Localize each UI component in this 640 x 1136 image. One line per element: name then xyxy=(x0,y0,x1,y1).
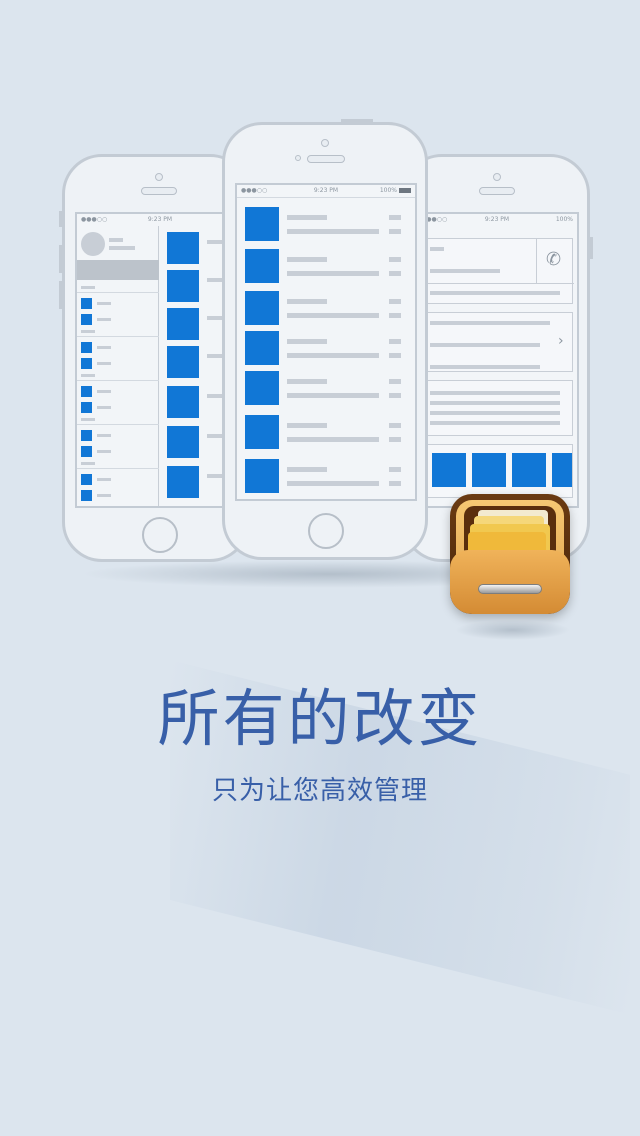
speaker xyxy=(307,155,345,163)
status-bar: ●●●○○ 9:23 PM 100% xyxy=(81,216,239,223)
folder-drawer-icon xyxy=(450,494,570,614)
center-phone-mockup: ●●●○○ 9:23 PM 100% xyxy=(222,119,428,560)
status-bar: ●●●○○ 9:23 PM 100% xyxy=(421,216,573,223)
camera-small xyxy=(295,155,301,161)
home-button xyxy=(142,517,178,553)
phone-icon: ✆ xyxy=(546,249,562,270)
status-bar: ●●●○○ 9:23 PM 100% xyxy=(237,185,415,197)
speaker xyxy=(141,187,177,195)
right-phone-screen: ●●●○○ 9:23 PM 100% ✆ › xyxy=(415,212,579,508)
home-button xyxy=(308,513,344,549)
left-phone-screen: ●●●○○ 9:23 PM 100% xyxy=(75,212,245,508)
speaker xyxy=(479,187,515,195)
headline: 所有的改变 xyxy=(157,682,483,755)
avatar xyxy=(81,232,105,256)
app-icon-shadow xyxy=(455,620,570,640)
chevron-right-icon: › xyxy=(558,333,564,349)
subheadline: 只为让您高效管理 xyxy=(211,776,428,806)
camera xyxy=(321,139,329,147)
camera xyxy=(155,173,163,181)
camera xyxy=(493,173,501,181)
center-phone-screen: ●●●○○ 9:23 PM 100% xyxy=(235,183,417,501)
